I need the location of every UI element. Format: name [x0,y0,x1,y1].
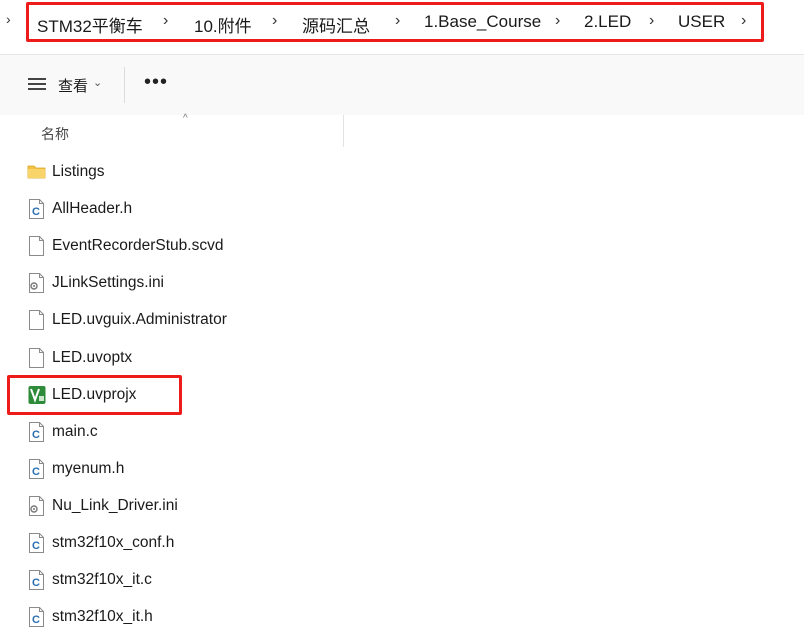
breadcrumb-item-stm32[interactable]: STM32平衡车 [37,12,143,37]
chevron-right-icon[interactable]: › [741,12,746,30]
c-source-file-icon: C [28,459,45,479]
file-row[interactable]: C AllHeader.h [0,191,400,228]
breadcrumb-item-led[interactable]: 2.LED [584,12,631,32]
svg-text:C: C [32,206,40,218]
file-name: main.c [52,423,98,440]
command-bar: 查看 ⌄ ••• [0,55,804,115]
file-name: LED.uvguix.Administrator [52,311,227,328]
file-row[interactable]: Cstm32f10x_conf.h [0,525,400,562]
address-bar: › STM32平衡车 › 10.附件 › 源码汇总 › 1.Base_Cours… [0,0,804,44]
file-name: stm32f10x_conf.h [52,534,175,551]
chevron-right-icon[interactable]: › [555,12,560,30]
chevron-right-icon[interactable]: › [395,12,400,30]
folder-icon [27,163,46,183]
column-header-name[interactable]: 名称 [41,124,69,144]
chevron-down-icon: ⌄ [93,77,103,89]
svg-text:C: C [32,540,40,552]
file-row[interactable]: LED.uvguix.Administrator [0,302,400,339]
blank-file-icon [28,310,45,330]
column-resize-handle[interactable] [343,115,344,147]
file-name: stm32f10x_it.c [52,571,152,588]
c-source-file-icon: C [28,422,45,442]
svg-text:C: C [32,577,40,589]
chevron-right-icon[interactable]: › [272,12,277,30]
blank-file-icon [28,236,45,256]
more-options-button[interactable]: ••• [138,69,174,99]
svg-text:C: C [32,466,40,478]
highlight-box [7,375,182,415]
toolbar-divider [124,67,125,103]
blank-file-icon [28,348,45,368]
c-source-file-icon: C [28,533,45,553]
settings-file-icon [28,496,45,516]
file-row[interactable]: JLinkSettings.ini [0,265,400,302]
file-name: myenum.h [52,460,125,477]
breadcrumb: STM32平衡车 › 10.附件 › 源码汇总 › 1.Base_Course … [26,2,764,42]
file-name: AllHeader.h [52,200,133,217]
file-name: Nu_Link_Driver.ini [52,497,178,514]
file-row[interactable]: Cmyenum.h [0,451,400,488]
chevron-right-icon[interactable]: › [163,12,168,30]
breadcrumb-item-source[interactable]: 源码汇总 [302,12,370,37]
chevron-right-icon[interactable]: › [649,12,654,30]
c-source-file-icon: C [28,607,45,627]
view-button-label: 查看 [58,78,89,95]
chevron-right-icon[interactable]: › [6,11,11,27]
view-button[interactable]: 查看 ⌄ [20,69,112,99]
file-name: Listings [52,163,105,180]
svg-text:C: C [32,614,40,626]
file-row[interactable]: Cmain.c [0,414,400,451]
svg-text:C: C [32,429,40,441]
file-name: LED.uvoptx [52,349,133,366]
file-row[interactable]: EventRecorderStub.scvd [0,228,400,265]
file-row[interactable]: Cstm32f10x_it.c [0,562,400,599]
file-name: JLinkSettings.ini [52,274,165,291]
sort-ascending-icon: ^ [183,113,188,124]
c-source-file-icon: C [28,570,45,590]
breadcrumb-item-base-course[interactable]: 1.Base_Course [424,12,541,32]
settings-file-icon [28,273,45,293]
column-header-row: ^ 名称 [0,113,804,149]
file-row[interactable]: Listings [0,154,400,191]
file-name: EventRecorderStub.scvd [52,237,224,254]
c-source-file-icon: C [28,199,45,219]
breadcrumb-item-user[interactable]: USER [678,12,725,32]
file-row[interactable]: LED.uvoptx [0,340,400,377]
breadcrumb-item-attachments[interactable]: 10.附件 [194,12,252,37]
file-row[interactable]: Nu_Link_Driver.ini [0,488,400,525]
list-view-icon [28,78,46,90]
file-row[interactable]: Cstm32f10x_it.h [0,599,400,636]
file-name: stm32f10x_it.h [52,608,153,625]
